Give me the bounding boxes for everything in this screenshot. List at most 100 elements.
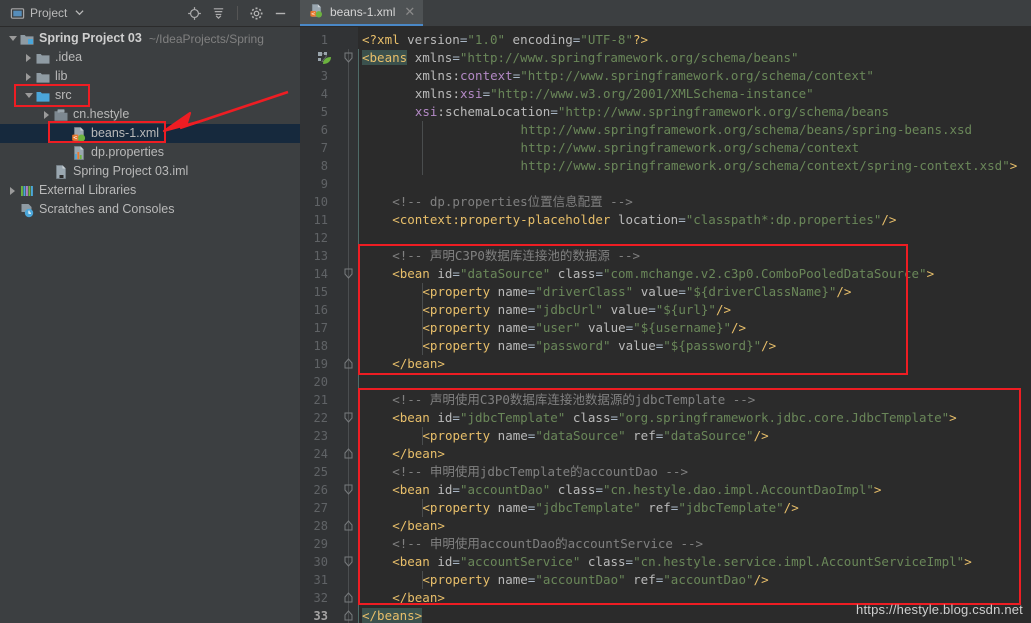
tree-item-external-libraries[interactable]: External Libraries (0, 181, 300, 200)
code-line[interactable]: <!-- dp.properties位置信息配置 --> (392, 193, 633, 211)
code-line[interactable]: <property name="dataSource" ref="dataSou… (422, 427, 768, 445)
libraries-icon (19, 183, 35, 199)
tree-item-dp-properties[interactable]: dp.properties (0, 143, 300, 162)
fold-expand-end-icon[interactable] (343, 520, 354, 531)
spring-bean-gutter-icon[interactable] (318, 52, 331, 65)
code-line[interactable]: <bean id="accountDao" class="cn.hestyle.… (392, 481, 881, 499)
scratches-icon (19, 202, 35, 218)
fold-collapse-icon[interactable] (343, 412, 354, 423)
project-tree[interactable]: Spring Project 03 ~/IdeaProjects/Spring .i… (0, 27, 300, 623)
code-token: id (437, 266, 453, 281)
code-token: value (588, 320, 626, 335)
code-line[interactable]: <context:property-placeholder location="… (392, 211, 896, 229)
line-number: 7 (320, 141, 328, 155)
locate-icon[interactable] (187, 6, 202, 21)
code-line[interactable]: xmlns:xsi="http://www.w3.org/2001/XMLSch… (415, 85, 814, 103)
code-line[interactable]: <property name="jdbcUrl" value="${url}"/… (422, 301, 731, 319)
fold-collapse-icon[interactable] (343, 556, 354, 567)
code-line[interactable]: <property name="accountDao" ref="account… (422, 571, 768, 589)
code-line[interactable]: </bean> (392, 589, 445, 607)
code-line[interactable]: </bean> (392, 355, 445, 373)
line-number: 15 (313, 285, 328, 299)
code-line[interactable]: xmlns:context="http://www.springframewor… (415, 67, 874, 85)
chevron-right-icon[interactable] (6, 184, 19, 197)
tree-item-spring-project-03[interactable]: Spring Project 03 ~/IdeaProjects/Spring (0, 29, 300, 48)
code-token: property (429, 572, 491, 587)
line-number: 11 (313, 213, 328, 227)
code-line[interactable]: http://www.springframework.org/schema/co… (521, 157, 1018, 175)
chevron-down-icon[interactable] (6, 32, 19, 45)
code-line[interactable]: <bean id="jdbcTemplate" class="org.sprin… (392, 409, 957, 427)
project-tool-window: Project Spring Project 03 ~/IdeaProjects… (0, 0, 300, 623)
editor-gutter[interactable]: 1 2 3 4 5 6 7 8 9 10 11 12 13 14 15 16 17 18 19 20 21 22 23 24 2… (300, 27, 358, 623)
chevron-right-icon[interactable] (40, 108, 53, 121)
indent-guide (422, 571, 424, 589)
code-token: name (497, 320, 528, 335)
line-number: 14 (313, 267, 328, 281)
tree-item-spring-project-03-iml[interactable]: Spring Project 03.iml (0, 162, 300, 181)
code-line[interactable]: </bean> (392, 445, 445, 463)
code-token: > (437, 590, 445, 605)
code-line[interactable]: <?xml version="1.0" encoding="UTF-8"?> (362, 31, 648, 49)
fold-collapse-icon[interactable] (343, 52, 354, 63)
tree-item-cn-hestyle[interactable]: cn.hestyle (0, 105, 300, 124)
code-line[interactable]: </bean> (392, 517, 445, 535)
chevron-down-icon[interactable] (22, 89, 35, 102)
code-line[interactable]: <property name="jdbcTemplate" ref="jdbcT… (422, 499, 798, 517)
code-token: name (497, 284, 528, 299)
fold-expand-end-icon[interactable] (343, 610, 354, 621)
code-token: < (392, 212, 400, 227)
chevron-right-icon[interactable] (22, 51, 35, 64)
code-line[interactable]: http://www.springframework.org/schema/co… (521, 139, 860, 157)
code-line[interactable]: <bean id="dataSource" class="com.mchange… (392, 265, 934, 283)
line-number: 12 (313, 231, 328, 245)
code-token: bean (407, 518, 438, 533)
code-token: ref (633, 428, 656, 443)
chevron-down-icon[interactable] (75, 6, 84, 20)
chevron-right-icon[interactable] (22, 70, 35, 83)
tree-item-label: beans-1.xml (91, 126, 160, 140)
code-token: = (678, 212, 686, 227)
fold-expand-end-icon[interactable] (343, 592, 354, 603)
code-token: xmlns: (414, 86, 460, 101)
tab-beans-1-xml[interactable]: < beans-1.xml ✕ (300, 0, 424, 26)
code-line[interactable]: <beans xmlns="http://www.springframework… (362, 49, 799, 67)
minimize-icon[interactable] (273, 6, 288, 21)
code-token: < (422, 338, 430, 353)
fold-expand-end-icon[interactable] (343, 448, 354, 459)
code-line[interactable]: </beans> (362, 607, 423, 623)
code-line[interactable]: xsi:schemaLocation="http://www.springfra… (415, 103, 889, 121)
code-line[interactable]: <!-- 声明使用C3P0数据库连接池数据源的jdbcTemplate --> (392, 391, 755, 409)
tree-item-label: src (55, 88, 72, 102)
code-line[interactable]: http://www.springframework.org/schema/be… (521, 121, 973, 139)
code-line[interactable]: <property name="password" value="${passw… (422, 337, 776, 355)
tree-item-scratches-and-consoles[interactable]: Scratches and Consoles (0, 200, 300, 219)
code-editor[interactable]: 1 2 3 4 5 6 7 8 9 10 11 12 13 14 15 16 17 18 19 20 21 22 23 24 2… (300, 27, 1031, 623)
settings-gear-icon[interactable] (249, 6, 264, 21)
code-token: </ (392, 590, 408, 605)
tab-label: beans-1.xml (330, 5, 396, 19)
collapse-all-icon[interactable] (211, 6, 226, 21)
tree-item-src[interactable]: src (0, 86, 300, 105)
code-line[interactable]: <property name="user" value="${username}… (422, 319, 746, 337)
code-token: property (429, 320, 491, 335)
code-token: "user" (535, 320, 581, 335)
code-token: value (610, 302, 649, 317)
code-line[interactable]: <!-- 申明使用jdbcTemplate的accountDao --> (392, 463, 688, 481)
code-token: property (429, 284, 491, 299)
fold-expand-end-icon[interactable] (343, 358, 354, 369)
code-line[interactable]: <!-- 申明使用accountDao的accountService --> (392, 535, 703, 553)
editor-text[interactable]: <?xml version="1.0" encoding="UTF-8"?> <b… (358, 27, 1031, 623)
tree-item-idea[interactable]: .idea (0, 48, 300, 67)
code-token: < (392, 482, 400, 497)
code-line[interactable]: <property name="driverClass" value="${dr… (422, 283, 851, 301)
line-number: 22 (313, 411, 328, 425)
code-line[interactable]: <bean id="accountService" class="cn.hest… (392, 553, 972, 571)
fold-collapse-icon[interactable] (343, 484, 354, 495)
tree-item-lib[interactable]: lib (0, 67, 300, 86)
close-icon[interactable]: ✕ (404, 4, 415, 20)
code-line[interactable]: <!-- 声明C3P0数据库连接池的数据源 --> (392, 247, 640, 265)
fold-collapse-icon[interactable] (343, 268, 354, 279)
tree-item-beans-1-xml[interactable]: < beans-1.xml (0, 124, 300, 143)
line-number: 27 (313, 501, 328, 515)
